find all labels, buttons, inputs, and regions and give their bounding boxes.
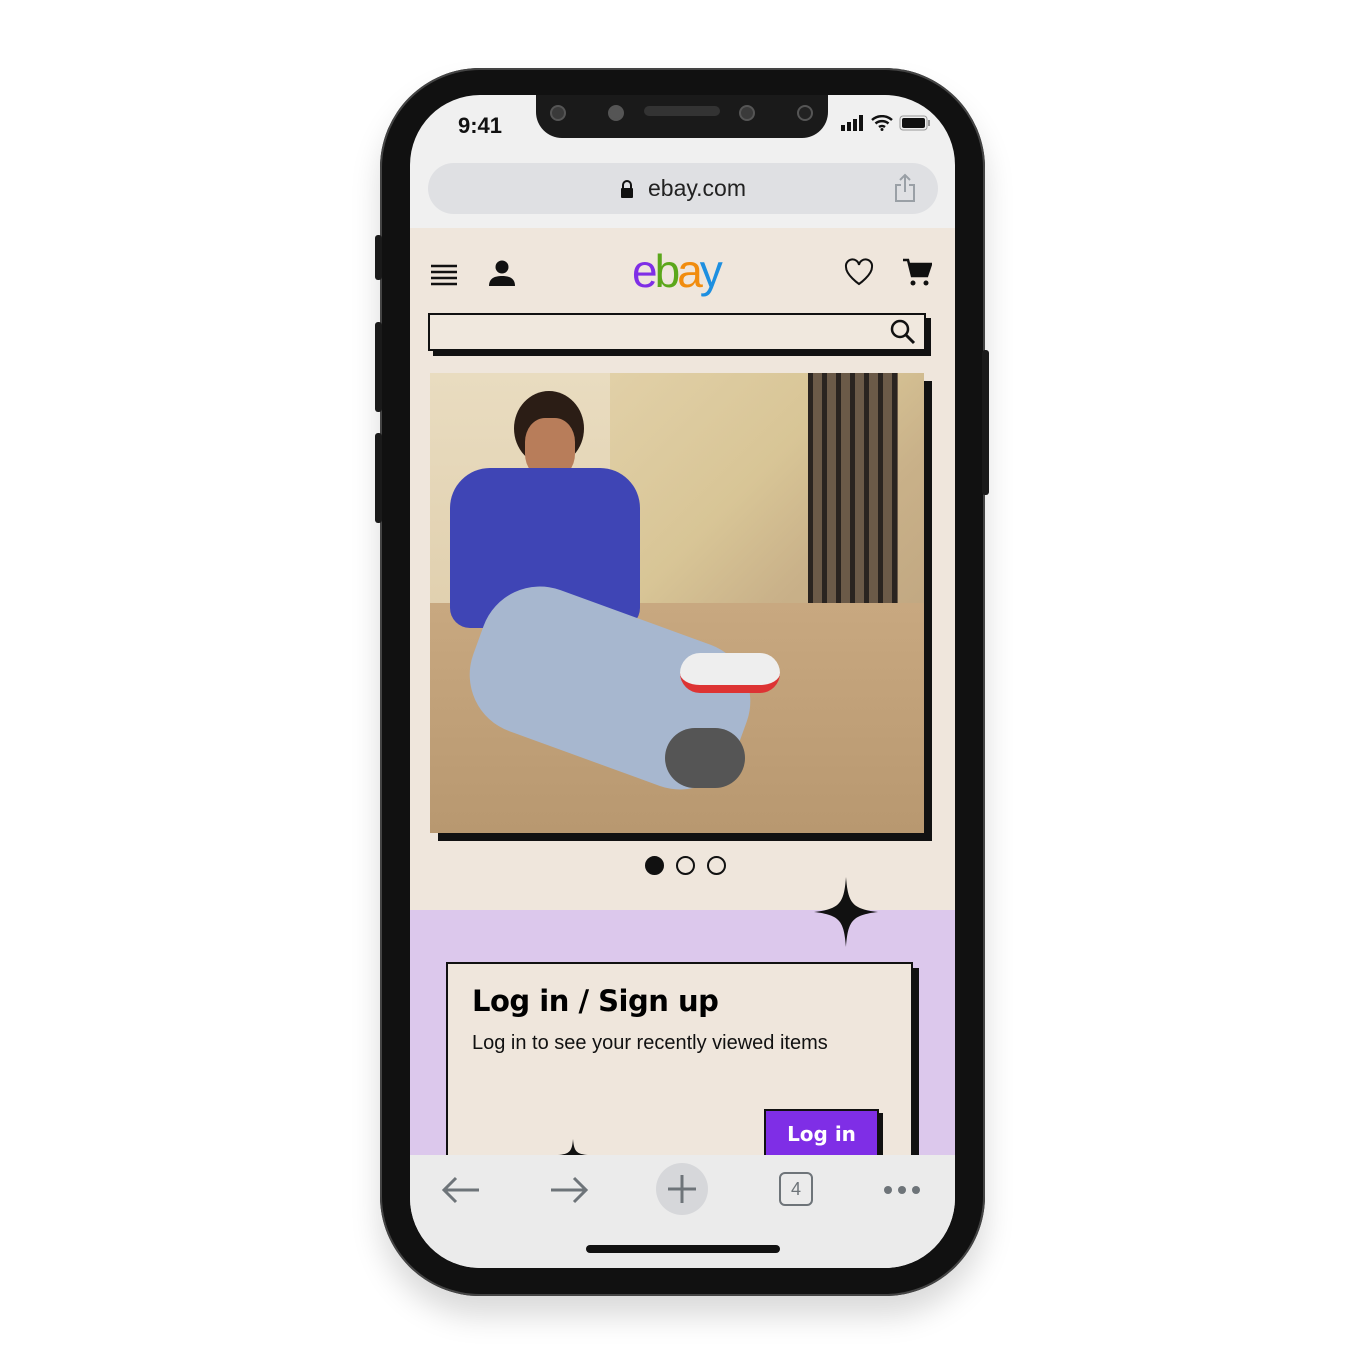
sneaker (665, 728, 745, 788)
volume-down-button (375, 433, 382, 523)
hamburger-menu-icon[interactable] (430, 264, 458, 286)
status-time: 9:41 (458, 113, 503, 138)
tabs-button[interactable]: 4 (779, 1172, 813, 1206)
site-header: ebay (410, 228, 955, 313)
ellipsis-icon (884, 1186, 920, 1194)
ebay-logo[interactable]: ebay (632, 244, 723, 298)
url-text: ebay.com (647, 175, 746, 201)
wifi-icon (871, 115, 893, 131)
plus-icon (668, 1175, 696, 1203)
forward-button[interactable] (546, 1165, 592, 1215)
iron-gate (808, 373, 898, 628)
front-camera (797, 105, 813, 121)
sensor (739, 105, 755, 121)
signal-icon (841, 115, 863, 131)
search-icon[interactable] (890, 319, 916, 345)
sneaker (680, 653, 780, 693)
home-indicator[interactable] (586, 1245, 780, 1253)
sensor (608, 105, 624, 121)
more-options-button[interactable] (882, 1165, 924, 1215)
logo-letter: b (654, 245, 681, 297)
sparkle-icon (814, 877, 878, 947)
login-card-title: Log in / Sign up (472, 984, 719, 1018)
log-in-button[interactable]: Log in (764, 1109, 879, 1159)
search-input[interactable] (428, 313, 926, 351)
cart-icon[interactable] (902, 258, 932, 288)
screen: 9:41 ebay.com ebay Log in / Sign up Log … (410, 95, 955, 1268)
power-button (982, 350, 989, 495)
watchlist-heart-icon[interactable] (844, 258, 874, 286)
mute-switch (375, 235, 382, 280)
carousel-indicator (645, 856, 726, 875)
carousel-dot-active[interactable] (645, 856, 664, 875)
arrow-left-icon (441, 1176, 479, 1204)
arrow-right-icon (551, 1176, 589, 1204)
back-button[interactable] (438, 1165, 484, 1215)
sensor (550, 105, 566, 121)
login-card-subtitle: Log in to see your recently viewed items (472, 1032, 828, 1054)
logo-letter: a (677, 245, 703, 297)
logo-letter: y (699, 245, 723, 297)
carousel-dot[interactable] (707, 856, 726, 875)
battery-icon (899, 115, 930, 131)
share-icon[interactable] (894, 173, 916, 203)
account-icon[interactable] (488, 260, 516, 286)
status-icons (841, 115, 931, 131)
lock-icon (620, 179, 633, 198)
notch (536, 95, 828, 138)
volume-up-button (375, 322, 382, 412)
speaker (644, 106, 720, 116)
logo-letter: e (632, 245, 658, 297)
address-bar[interactable]: ebay.com (428, 163, 938, 214)
carousel-dot[interactable] (676, 856, 695, 875)
new-tab-button[interactable] (656, 1163, 708, 1215)
hero-image[interactable] (430, 373, 924, 833)
